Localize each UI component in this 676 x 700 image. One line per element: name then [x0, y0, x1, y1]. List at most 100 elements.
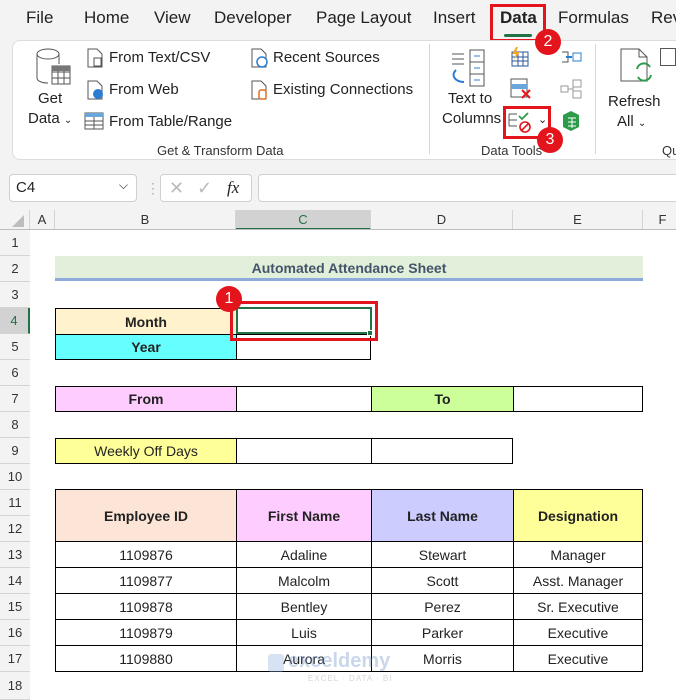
get-data-label-2: Data [28, 110, 60, 127]
first-name-cell[interactable]: Malcolm [236, 567, 372, 594]
row-header-15[interactable]: 15 [0, 594, 30, 620]
row-header-9[interactable]: 9 [0, 438, 30, 464]
formula-input[interactable] [258, 174, 676, 202]
from-table-range-button[interactable]: From Table/Range [109, 113, 232, 130]
recent-sources-icon [250, 48, 268, 73]
column-header-e[interactable]: E [513, 210, 643, 230]
row-header-12[interactable]: 12 [0, 516, 30, 542]
tab-home[interactable]: Home [84, 8, 129, 28]
queries-icon [660, 48, 676, 66]
group-label-queries: Qu [662, 143, 676, 158]
last-name-cell[interactable]: Parker [371, 619, 514, 646]
refresh-label-1[interactable]: Refresh [608, 93, 661, 110]
weekly-off-input-cell-2[interactable] [371, 438, 513, 464]
chevron-down-icon: ⌄ [63, 115, 73, 126]
table-range-icon [84, 112, 104, 135]
row-header-6[interactable]: 6 [0, 360, 30, 386]
name-box-value: C4 [16, 179, 36, 196]
enter-icon[interactable]: ✓ [197, 178, 212, 199]
consolidate-icon [560, 48, 582, 71]
last-name-cell[interactable]: Perez [371, 593, 514, 620]
column-header-c[interactable]: C [236, 210, 371, 230]
row-header-2[interactable]: 2 [0, 256, 30, 282]
designation-cell[interactable]: Executive [513, 645, 643, 672]
employee-id-cell[interactable]: 1109878 [55, 593, 237, 620]
name-box[interactable]: C4 ⌵ [9, 174, 137, 202]
group-separator [595, 44, 596, 154]
designation-cell[interactable]: Manager [513, 541, 643, 568]
last-name-cell[interactable]: Scott [371, 567, 514, 594]
employee-id-cell[interactable]: 1109880 [55, 645, 237, 672]
refresh-all-button[interactable]: All ⌄ [617, 113, 646, 130]
column-header-d[interactable]: D [371, 210, 513, 230]
group-separator [429, 44, 430, 154]
year-label-cell: Year [55, 334, 237, 360]
drag-handle-icon[interactable]: ⋮ [146, 180, 160, 197]
row-header-5[interactable]: 5 [0, 334, 30, 360]
row-header-14[interactable]: 14 [0, 568, 30, 594]
existing-connections-button[interactable]: Existing Connections [273, 81, 413, 98]
row-header-3[interactable]: 3 [0, 282, 30, 308]
recent-sources-button[interactable]: Recent Sources [273, 49, 380, 66]
header-last-name: Last Name [371, 489, 514, 542]
last-name-cell[interactable]: Stewart [371, 541, 514, 568]
row-header-17[interactable]: 17 [0, 646, 30, 672]
from-label-cell: From [55, 386, 237, 412]
watermark-tagline: EXCEL · DATA · BI [308, 674, 393, 683]
relationships-icon [560, 79, 582, 104]
row-header-11[interactable]: 11 [0, 490, 30, 516]
row-header-8[interactable]: 8 [0, 412, 30, 438]
select-all-corner[interactable] [0, 210, 30, 230]
tab-review[interactable]: Rev [651, 8, 676, 28]
header-first-name: First Name [236, 489, 372, 542]
row-header-18[interactable]: 18 [0, 672, 30, 700]
designation-cell[interactable]: Asst. Manager [513, 567, 643, 594]
designation-cell[interactable]: Executive [513, 619, 643, 646]
row-header-4[interactable]: 4 [0, 308, 30, 334]
get-data-icon [34, 46, 74, 90]
tab-file[interactable]: File [26, 8, 53, 28]
to-label-cell: To [371, 386, 514, 412]
tab-insert[interactable]: Insert [433, 8, 476, 28]
cancel-icon[interactable]: ✕ [169, 178, 184, 199]
employee-id-cell[interactable]: 1109876 [55, 541, 237, 568]
first-name-cell[interactable]: Luis [236, 619, 372, 646]
get-data-label-1[interactable]: Get [38, 90, 62, 107]
flash-fill-icon [508, 46, 530, 73]
to-input-cell[interactable] [513, 386, 643, 412]
employee-id-cell[interactable]: 1109877 [55, 567, 237, 594]
designation-cell[interactable]: Sr. Executive [513, 593, 643, 620]
row-header-13[interactable]: 13 [0, 542, 30, 568]
callout-badge-2: 2 [535, 29, 561, 55]
callout-badge-3: 3 [537, 127, 563, 153]
first-name-cell[interactable]: Adaline [236, 541, 372, 568]
tab-developer[interactable]: Developer [214, 8, 292, 28]
refresh-label-2: All [617, 113, 634, 130]
row-header-10[interactable]: 10 [0, 464, 30, 490]
text-csv-icon [86, 48, 104, 73]
tab-view[interactable]: View [154, 8, 191, 28]
column-header-b[interactable]: B [55, 210, 236, 230]
text-to-columns-button[interactable]: Columns [442, 110, 501, 127]
text-to-label-1[interactable]: Text to [448, 90, 492, 107]
from-input-cell[interactable] [236, 386, 372, 412]
formula-buttons: ✕ ✓ fx [160, 174, 252, 202]
chevron-down-icon: ⌄ [637, 118, 647, 129]
from-web-button[interactable]: From Web [109, 81, 179, 98]
existing-connections-icon [250, 80, 268, 105]
row-header-16[interactable]: 16 [0, 620, 30, 646]
get-data-button[interactable]: Data ⌄ [28, 110, 72, 127]
tab-page-layout[interactable]: Page Layout [316, 8, 411, 28]
employee-id-cell[interactable]: 1109879 [55, 619, 237, 646]
row-header-7[interactable]: 7 [0, 386, 30, 412]
weekly-off-input-cell-1[interactable] [236, 438, 372, 464]
insert-function-icon[interactable]: fx [227, 178, 239, 198]
chevron-down-icon[interactable]: ⌵ [119, 178, 128, 193]
tab-formulas[interactable]: Formulas [558, 8, 629, 28]
from-text-csv-button[interactable]: From Text/CSV [109, 49, 210, 66]
row-header-1[interactable]: 1 [0, 230, 30, 256]
column-header-a[interactable]: A [30, 210, 55, 230]
last-name-cell[interactable]: Morris [371, 645, 514, 672]
column-header-f[interactable]: F [643, 210, 676, 230]
first-name-cell[interactable]: Bentley [236, 593, 372, 620]
